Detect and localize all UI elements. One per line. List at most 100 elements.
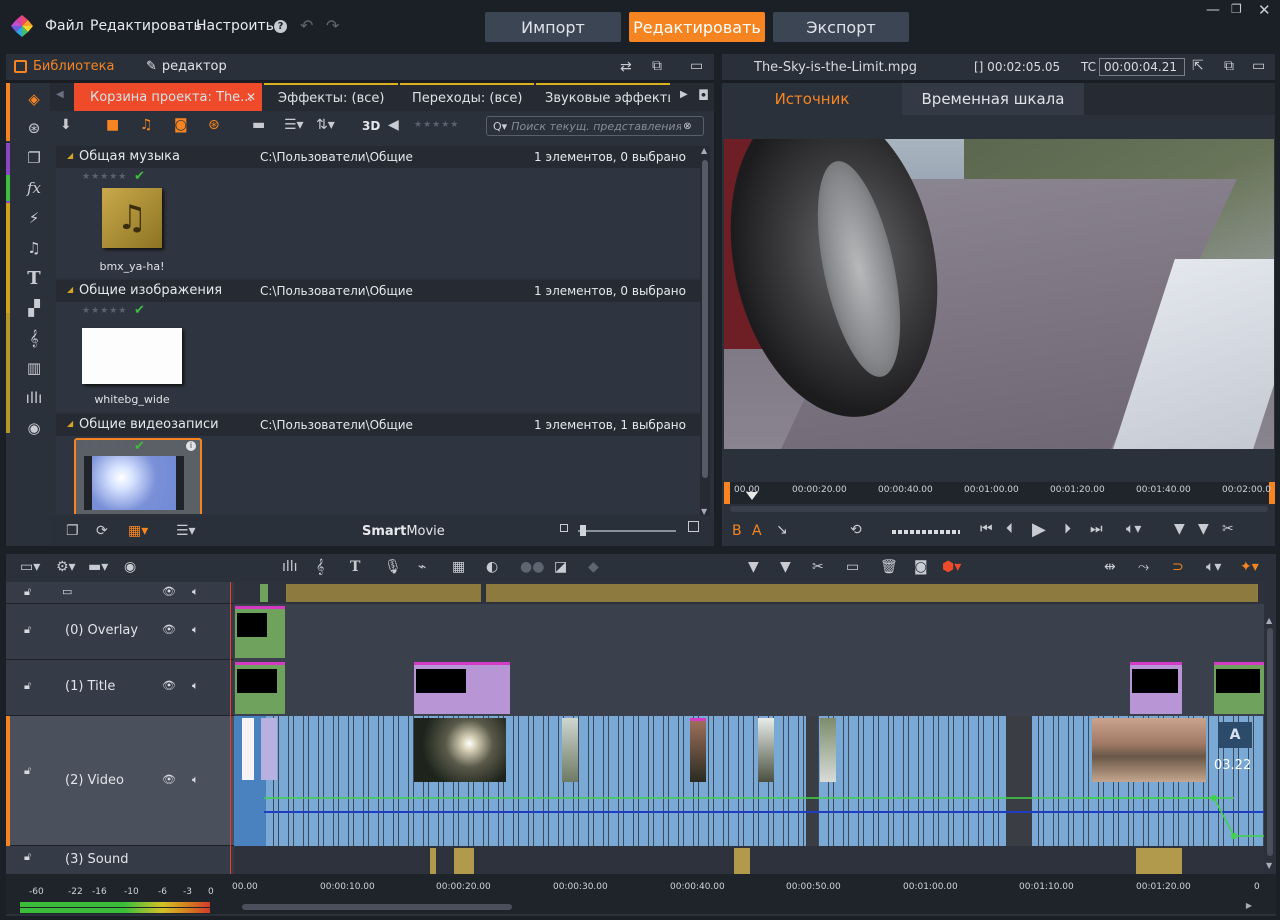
- step-forward-icon[interactable]: ⏵: [1064, 521, 1071, 537]
- item-rating[interactable]: ★★★★★: [82, 442, 127, 452]
- swap-icon[interactable]: ⇄: [620, 59, 632, 75]
- effects-fx-icon[interactable]: fx: [22, 178, 46, 198]
- snapshot-icon[interactable]: ◙: [914, 559, 928, 575]
- tag-icon[interactable]: ◀: [388, 117, 399, 133]
- audio-clip[interactable]: [1136, 848, 1182, 874]
- morph-icon[interactable]: ●●: [520, 559, 544, 575]
- layout-icon[interactable]: ▭: [690, 58, 703, 74]
- library-scrollbar[interactable]: ▲ ▼: [700, 146, 710, 516]
- tab-transitions[interactable]: Переходы: (все): [400, 83, 534, 111]
- tab-library[interactable]: Библиотека: [14, 59, 115, 74]
- scroll-right-arrow-icon[interactable]: ▶: [1246, 901, 1252, 910]
- redo-icon[interactable]: ↷: [326, 16, 339, 35]
- close-icon[interactable]: ✕: [1258, 1, 1271, 19]
- preview-playhead[interactable]: [746, 492, 758, 500]
- tab-editor[interactable]: ✎ редактор: [146, 59, 227, 74]
- subtabs-right-arrow-icon[interactable]: ▶: [680, 89, 688, 100]
- score-icon[interactable]: 𝄞: [22, 328, 46, 348]
- piano-icon[interactable]: ▥: [22, 358, 46, 378]
- preview-ruler[interactable]: 00.00 00:00:20.00 00:00:40.00 00:01:00.0…: [724, 482, 1275, 504]
- mark-out-icon[interactable]: ▼: [1198, 521, 1209, 537]
- folder-icon[interactable]: ▬: [252, 117, 265, 133]
- title-editor-icon[interactable]: T: [350, 559, 360, 575]
- delete-icon[interactable]: 🗑︎: [880, 559, 898, 575]
- title-clip[interactable]: [1214, 662, 1264, 714]
- timeline-playhead[interactable]: [230, 582, 231, 874]
- thumbnail-size-slider[interactable]: [578, 525, 676, 536]
- loop-icon[interactable]: ⟲: [850, 522, 862, 538]
- play-icon[interactable]: ▶: [1032, 519, 1046, 540]
- lock-icon[interactable]: 🔓︎: [24, 623, 31, 637]
- search-input[interactable]: Q▾ Поиск текущ. представления ⊗: [486, 116, 704, 136]
- tab-effects[interactable]: Эффекты: (все): [264, 83, 398, 111]
- disc-menu-icon[interactable]: ◉: [124, 559, 136, 575]
- preview-scrollbar[interactable]: [730, 506, 1268, 512]
- audio-filter-icon[interactable]: ♫: [140, 117, 153, 133]
- timeline-vscrollbar[interactable]: ▲ ▼: [1264, 582, 1276, 874]
- lock-icon[interactable]: 🔓︎: [24, 585, 31, 599]
- eye-icon[interactable]: 👁︎: [162, 679, 176, 692]
- mark-in-icon[interactable]: ▼: [1174, 521, 1185, 537]
- disc-icon[interactable]: ◉: [22, 418, 46, 438]
- video-clip-thumbnail[interactable]: [414, 718, 506, 782]
- smart-tool-icon[interactable]: ✦▾: [1240, 559, 1259, 575]
- scorefitter-icon[interactable]: 𝄞: [316, 559, 324, 575]
- external-preview-icon[interactable]: ⇱: [1192, 58, 1204, 74]
- item-rating[interactable]: ★★★★★: [82, 172, 127, 182]
- collapse-arrow-icon[interactable]: ◢: [67, 419, 73, 428]
- title-clip[interactable]: [414, 662, 510, 714]
- speaker-icon[interactable]: 🔈︎: [192, 585, 199, 599]
- edit-mode-button[interactable]: Редактировать: [629, 12, 765, 42]
- chapter-bar[interactable]: [286, 584, 481, 602]
- scroll-down-arrow-icon[interactable]: ▼: [701, 507, 707, 516]
- image-item-thumbnail[interactable]: [82, 328, 182, 384]
- speaker-icon[interactable]: 🔈︎: [192, 623, 199, 637]
- add-to-bin-icon[interactable]: ⬇: [60, 117, 72, 133]
- popout-icon[interactable]: ⧉: [652, 58, 662, 74]
- search-clear-icon[interactable]: ⊗: [683, 121, 691, 132]
- marker-icon[interactable]: ⬢▾: [942, 559, 961, 575]
- popout-icon[interactable]: ⧉: [1224, 58, 1234, 74]
- go-to-end-icon[interactable]: ⏭: [1090, 521, 1103, 537]
- shuttle-control[interactable]: [892, 530, 960, 534]
- video-filter-icon[interactable]: ■: [106, 117, 119, 133]
- eye-icon[interactable]: 👁︎: [162, 585, 176, 598]
- music-icon[interactable]: ♫: [22, 238, 46, 258]
- timeline-mark-in-icon[interactable]: ▼: [748, 559, 759, 575]
- montage-icon[interactable]: ▞: [22, 298, 46, 318]
- razor-icon[interactable]: ✂: [812, 559, 824, 575]
- subtabs-left-arrow-icon[interactable]: ◀: [56, 89, 64, 100]
- audio-mixer-icon[interactable]: ıllı: [282, 559, 298, 575]
- timeline-settings-icon[interactable]: ⚙▾: [56, 559, 76, 575]
- lock-icon[interactable]: 🔓︎: [24, 679, 31, 693]
- audio-clip[interactable]: [430, 848, 436, 874]
- timecode-field[interactable]: 00:00:04.21: [1099, 58, 1185, 76]
- video-clip-thumbnail[interactable]: [1092, 718, 1206, 782]
- scroll-up-arrow-icon[interactable]: ▲: [1266, 616, 1272, 625]
- voice-over-icon[interactable]: 🎙︎: [384, 559, 402, 575]
- title-clip[interactable]: [1130, 662, 1182, 714]
- tab-project-bin[interactable]: Корзина проекта: The... ✕: [74, 83, 262, 111]
- color-icon[interactable]: ◐: [486, 559, 498, 575]
- clear-marks-icon[interactable]: ✂: [1222, 521, 1234, 537]
- audio-clip[interactable]: [734, 848, 750, 874]
- rating-filter[interactable]: ★★★★★: [414, 120, 459, 130]
- 3d-icon[interactable]: ◆: [588, 559, 599, 575]
- menu-file[interactable]: Файл: [45, 18, 84, 34]
- track-layout-icon[interactable]: ▭▾: [20, 559, 40, 575]
- project-bin-icon[interactable]: ◈: [22, 89, 46, 109]
- tab-source[interactable]: Источник: [722, 83, 902, 115]
- grid-view-icon[interactable]: ▦▾: [128, 523, 148, 539]
- film-reel-icon[interactable]: ⊛: [22, 118, 46, 138]
- project-filter-icon[interactable]: ⊛: [208, 117, 220, 133]
- edit-mode-icon[interactable]: ▬▾: [88, 559, 108, 575]
- lock-icon[interactable]: 🔓︎: [24, 764, 31, 778]
- video-preview-frame[interactable]: [724, 139, 1274, 449]
- audio-scrub-icon[interactable]: 🔈︎▾: [1206, 559, 1221, 575]
- speaker-icon[interactable]: 🔈︎: [192, 773, 199, 787]
- collapse-arrow-icon[interactable]: ◢: [67, 151, 73, 160]
- title-clip[interactable]: [235, 662, 285, 714]
- export-mode-button[interactable]: Экспорт: [773, 12, 909, 42]
- 3d-filter-button[interactable]: 3D: [362, 119, 380, 133]
- menu-edit[interactable]: Редактировать: [90, 18, 202, 34]
